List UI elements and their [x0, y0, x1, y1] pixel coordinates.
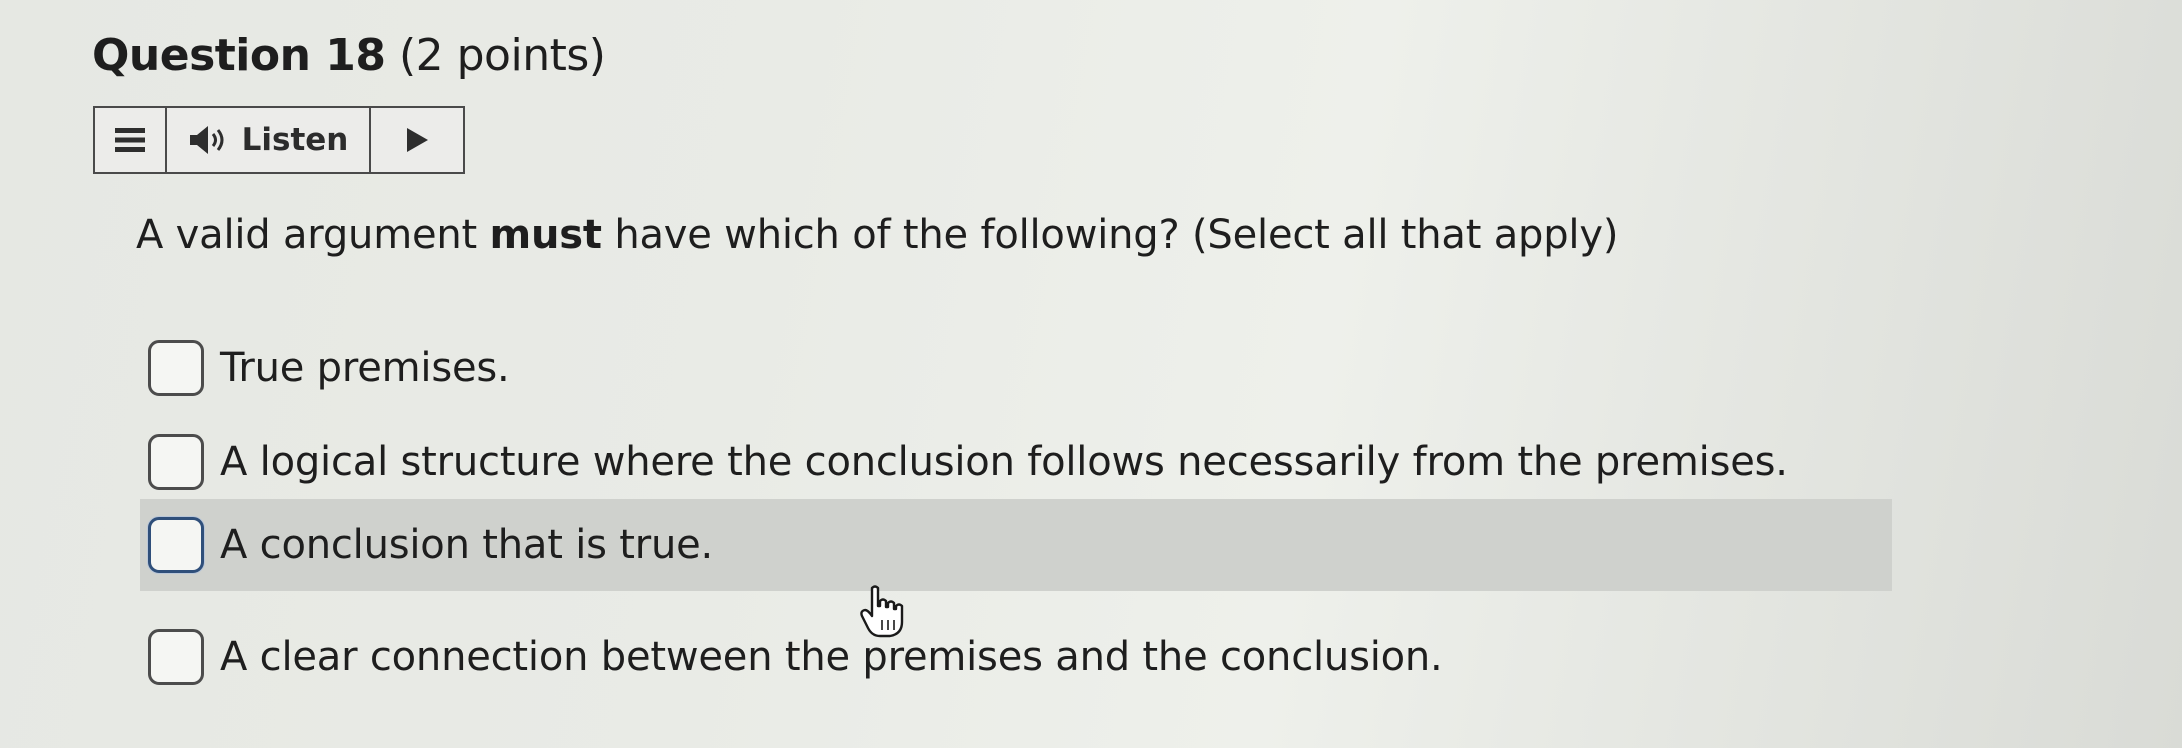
question-title: Question 18 (2 points) — [92, 30, 606, 81]
play-icon — [407, 128, 428, 152]
answer-option[interactable]: A clear connection between the premises … — [140, 611, 1443, 703]
answer-option-hovered[interactable]: A conclusion that is true. — [140, 499, 1892, 591]
answer-option[interactable]: True premises. — [140, 322, 510, 414]
prompt-emphasis: must — [489, 212, 602, 258]
answer-checkbox[interactable] — [148, 629, 204, 685]
speaker-icon — [189, 126, 224, 154]
answer-option[interactable]: A logical structure where the conclusion… — [140, 416, 1788, 508]
read-aloud-toolbar: Listen — [93, 106, 465, 174]
answer-label[interactable]: True premises. — [220, 345, 510, 391]
answer-checkbox[interactable] — [148, 340, 204, 396]
question-prompt: A valid argument must have which of the … — [136, 212, 1618, 258]
question-number: Question 18 — [92, 30, 386, 81]
answer-label[interactable]: A logical structure where the conclusion… — [220, 439, 1788, 485]
play-button[interactable] — [371, 108, 463, 172]
answer-label[interactable]: A clear connection between the premises … — [220, 634, 1443, 680]
hand-cursor-icon — [860, 585, 904, 638]
prompt-text-before: A valid argument — [136, 212, 490, 258]
prompt-text-after: have which of the following? (Select all… — [601, 212, 1619, 258]
listen-button[interactable]: Listen — [167, 108, 371, 172]
listen-label: Listen — [241, 122, 349, 158]
hamburger-icon — [115, 128, 145, 152]
question-points: (2 points) — [398, 30, 606, 81]
answer-checkbox[interactable] — [148, 434, 204, 490]
answer-label[interactable]: A conclusion that is true. — [220, 522, 713, 568]
answer-checkbox[interactable] — [148, 517, 204, 573]
menu-button[interactable] — [95, 108, 167, 172]
